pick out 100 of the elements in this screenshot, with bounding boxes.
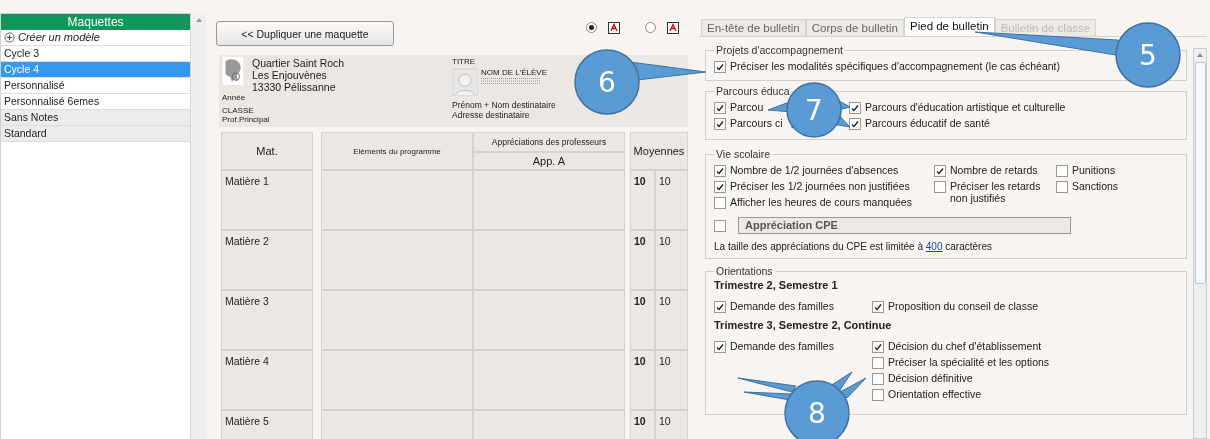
model-list-item[interactable]: Standard: [1, 126, 191, 142]
scrollbar-thumb[interactable]: [1194, 62, 1206, 284]
checkbox[interactable]: [1056, 181, 1068, 193]
checkbox-option[interactable]: Orientation effective: [872, 388, 982, 401]
recipient-line: Prénom + Nom destinataire: [452, 100, 556, 110]
school-address-line: 13330 Pélissanne: [252, 81, 337, 93]
checkbox-option[interactable]: Préciser la spécialité et les options: [872, 356, 1050, 369]
radio-button[interactable]: [586, 22, 597, 33]
table-cell: 10: [630, 290, 655, 350]
period-heading: Trimestre 3, Semestre 2, Continue: [714, 319, 893, 331]
table-cell: 10: [630, 170, 655, 230]
table-cell: Matière 4: [221, 350, 313, 410]
cpe-appreciation-field[interactable]: Appréciation CPE: [738, 217, 1071, 234]
checkbox[interactable]: [714, 197, 726, 209]
table-cell: 10: [655, 410, 688, 439]
scroll-up-arrow-icon[interactable]: [195, 17, 204, 23]
checkbox[interactable]: [714, 341, 726, 353]
plus-circle-icon: [4, 32, 15, 43]
checkbox-option[interactable]: Demande des familles: [714, 340, 834, 353]
checkbox-option[interactable]: Punitions: [1056, 164, 1116, 177]
table-cell: Matière 2: [221, 230, 313, 290]
student-name-label: NOM DE L'ÉLÈVE: [481, 68, 547, 77]
checkbox-option[interactable]: Décision définitive: [872, 372, 973, 385]
title-label: TITRE: [452, 57, 477, 66]
table-cell: 10: [655, 350, 688, 410]
list-header: Maquettes: [1, 14, 191, 30]
table-cell: Matière 3: [221, 290, 313, 350]
avatar-silhouette-icon: [452, 68, 478, 96]
checkbox-option[interactable]: Décision du chef d'établissement: [872, 340, 1042, 353]
section-title: Parcours éduca: [715, 85, 791, 97]
duplicate-button[interactable]: << Dupliquer une maquette: [216, 21, 394, 46]
column-header: Appréciations des professeurs: [473, 132, 625, 152]
table-cell: 10: [655, 290, 688, 350]
table-cell: 10: [630, 410, 655, 439]
placeholder-lines-drawing: [481, 77, 541, 85]
checkbox[interactable]: [934, 181, 946, 193]
checkbox[interactable]: [714, 165, 726, 177]
school-address-line: Quartier Saint Roch: [252, 57, 345, 69]
scrollbar[interactable]: [192, 13, 206, 439]
checkbox[interactable]: [714, 61, 726, 73]
tab[interactable]: Pied de bulletin: [904, 17, 995, 36]
table-cell: 10: [630, 230, 655, 290]
checkbox-option[interactable]: Parcours ci: [714, 117, 783, 130]
pdf-document-icon: [607, 20, 621, 35]
checkbox[interactable]: [934, 165, 946, 177]
section-title: Vie scolaire: [715, 148, 772, 160]
checkbox-option[interactable]: Préciser les retards non justifiés: [934, 180, 1050, 204]
column-header: App. A: [473, 152, 625, 170]
year-label: Année: [222, 93, 247, 102]
table-cell: Matière 1: [221, 170, 313, 230]
column-header: Eléments du programme: [321, 132, 473, 170]
cpe-limit-note: La taille des appréciations du CPE est limitée à 400 caractères: [714, 241, 993, 252]
character-limit-link[interactable]: 400: [925, 241, 943, 252]
table-cell: Matière 5: [221, 410, 313, 439]
checkbox-option[interactable]: Préciser les 1/2 journées non justifiées: [714, 180, 910, 193]
checkbox[interactable]: [872, 357, 884, 369]
checkbox[interactable]: [714, 102, 726, 114]
tab[interactable]: Corps de bulletin: [805, 19, 904, 36]
tab[interactable]: En-tête de bulletin: [701, 19, 806, 36]
table-cell: 10: [630, 350, 655, 410]
checkbox[interactable]: [1056, 165, 1068, 177]
checkbox-option[interactable]: Afficher les heures de cours manquées: [714, 196, 912, 209]
checkbox[interactable]: [714, 301, 726, 313]
checkbox[interactable]: [872, 389, 884, 401]
model-list-item[interactable]: Sans Notes: [1, 110, 191, 126]
checkbox-option[interactable]: Demande des familles: [714, 300, 834, 313]
school-address-line: Les Enjouvènes: [252, 69, 328, 81]
create-model-item[interactable]: Créer un modèle: [1, 30, 191, 46]
checkbox[interactable]: [849, 102, 861, 114]
column-header: Moyennes: [630, 132, 688, 170]
checkbox[interactable]: [714, 118, 726, 130]
class-info-line: CLASSE: [222, 106, 255, 115]
checkbox-option[interactable]: Nombre de 1/2 journées d'absences: [714, 164, 899, 177]
checkbox-option[interactable]: Parcou: [714, 101, 764, 114]
checkbox[interactable]: [849, 118, 861, 130]
scrollbar[interactable]: [1193, 48, 1207, 439]
checkbox[interactable]: [872, 373, 884, 385]
table-cell: 10: [655, 170, 688, 230]
checkbox[interactable]: [714, 220, 726, 232]
model-list-item[interactable]: Personnalisé: [1, 78, 191, 94]
checkbox-option[interactable]: Parcours d'éducation artistique et culturelle: [849, 101, 1066, 114]
section-title: Projets d'accompagnement: [715, 44, 844, 56]
checkbox-option[interactable]: Nombre de retards: [934, 164, 1050, 177]
checkbox-option[interactable]: Préciser les modalités spécifiques d'accompagnement (le cas échéant): [714, 60, 1060, 73]
checkbox-option[interactable]: Sanctions: [1056, 180, 1119, 193]
checkbox[interactable]: [872, 341, 884, 353]
school-logo-icon: [222, 57, 244, 85]
checkbox-option[interactable]: Proposition du conseil de classe: [872, 300, 1038, 313]
column-header: Mat.: [221, 132, 313, 170]
radio-button[interactable]: [645, 22, 656, 33]
checkbox[interactable]: [714, 181, 726, 193]
numbered-callout: 8: [737, 371, 867, 439]
pdf-document-icon: [666, 20, 680, 35]
numbered-callout: 6: [574, 49, 707, 115]
checkbox[interactable]: [872, 301, 884, 313]
class-info-line: Prof.Principal: [222, 115, 271, 124]
create-model-label: Créer un modèle: [18, 30, 100, 45]
scroll-up-arrow-icon[interactable]: [1196, 52, 1204, 58]
table-cell: 10: [655, 230, 688, 290]
checkbox-option[interactable]: Parcours éducatif de santé: [849, 117, 990, 130]
